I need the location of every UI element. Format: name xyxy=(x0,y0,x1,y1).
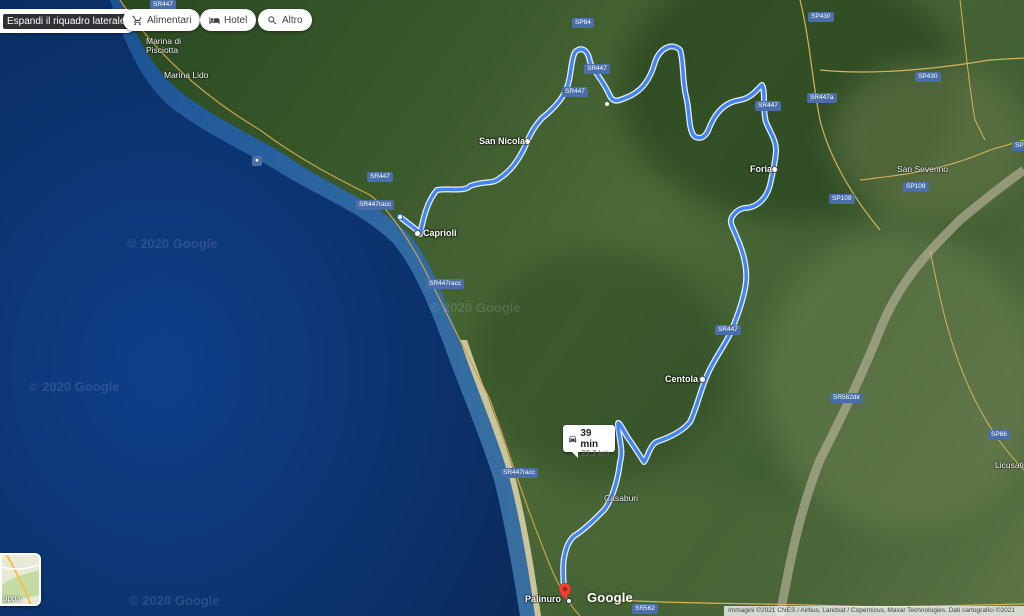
destination-dot xyxy=(566,598,572,604)
road-shield: SP84 xyxy=(572,18,594,28)
road-shield: SR447 xyxy=(562,87,588,97)
town-label-san-severino[interactable]: San Severino xyxy=(897,164,948,174)
road-shield: SR447 xyxy=(715,325,741,335)
town-label-casaburi[interactable]: Casaburi xyxy=(604,493,638,503)
poi-marker[interactable]: ● xyxy=(252,156,262,166)
road-shield: SR447 xyxy=(367,172,393,182)
expand-sidebar-button[interactable]: Espandi il riquadro laterale xyxy=(0,9,139,33)
chip-alimentari[interactable]: Alimentari xyxy=(123,9,201,31)
road-shield: SR447racc xyxy=(500,468,539,478)
route-waypoint-dot xyxy=(605,102,609,106)
road-shield: SP109 xyxy=(829,194,855,204)
road-shield: SR447a xyxy=(807,93,837,103)
watermark: © 2020 Google xyxy=(127,236,218,251)
town-dot-foria[interactable] xyxy=(771,166,778,173)
town-label-marina-lido[interactable]: Marina Lido xyxy=(164,70,208,80)
route-distance: 22,2 km xyxy=(581,449,610,458)
road-shield: SP430 xyxy=(915,72,941,82)
road-shield: SR562 xyxy=(632,604,658,614)
town-label-centola[interactable]: Centola xyxy=(665,374,698,384)
car-icon xyxy=(569,436,577,443)
expand-sidebar-label: Espandi il riquadro laterale xyxy=(3,13,130,29)
town-label-palinuro[interactable]: Palinuro xyxy=(525,594,561,604)
town-label-san-nicola[interactable]: San Nicola xyxy=(479,136,525,146)
town-label-foria[interactable]: Foria xyxy=(750,164,772,174)
road-shield: SP430 xyxy=(808,12,834,22)
watermark: © 2020 Google xyxy=(129,593,220,608)
map-layer-toggle[interactable]: appa xyxy=(0,553,41,606)
chip-label: Hotel xyxy=(224,14,248,26)
bed-icon xyxy=(209,16,220,24)
route-info-card[interactable]: 39 min 22,2 km xyxy=(563,425,615,458)
town-label-licusati[interactable]: Licusati xyxy=(995,460,1024,470)
route-origin-dot xyxy=(396,213,404,221)
cart-icon xyxy=(132,15,142,25)
town-label-marina-di-pisciotta[interactable]: Marina di Pisciotta xyxy=(146,37,181,55)
road-shield: SR447racc xyxy=(426,279,465,289)
watermark: © 2020 Google xyxy=(430,300,521,315)
map-canvas[interactable]: San Nicola Caprioli Foria Centola Palinu… xyxy=(0,0,1024,616)
minor-road xyxy=(859,139,1024,181)
google-logo: Google xyxy=(587,590,633,605)
road-shield: SR447racc xyxy=(356,200,395,210)
map-layer-label: appa xyxy=(3,594,21,603)
town-dot-centola[interactable] xyxy=(699,376,706,383)
chip-label: Altro xyxy=(282,14,303,26)
town-dot-san-nicola[interactable] xyxy=(524,138,531,145)
road-shield: SP17b xyxy=(1012,141,1024,151)
chip-hotel[interactable]: Hotel xyxy=(200,9,257,31)
chip-label: Alimentari xyxy=(147,14,192,26)
watermark: © 2020 Google xyxy=(29,379,120,394)
destination-pin-icon[interactable] xyxy=(559,583,571,599)
map-attribution[interactable]: Immagini ©2021 CNES / Airbus, Landsat / … xyxy=(724,606,1024,616)
town-dot-caprioli[interactable] xyxy=(414,230,421,237)
river-bed xyxy=(775,166,1024,616)
search-icon xyxy=(268,15,277,24)
town-label-caprioli[interactable]: Caprioli xyxy=(423,228,457,238)
minor-road xyxy=(959,0,986,141)
chip-altro[interactable]: Altro xyxy=(258,9,312,31)
road-shield: SR447 xyxy=(584,64,610,74)
route-duration: 39 min xyxy=(580,428,599,450)
road-shield: SR447 xyxy=(755,101,781,111)
road-shield: SP109 xyxy=(903,182,929,192)
road-shield: SR562dir xyxy=(830,393,864,403)
minor-road xyxy=(819,57,1024,73)
road-shield: SP66 xyxy=(988,430,1010,440)
